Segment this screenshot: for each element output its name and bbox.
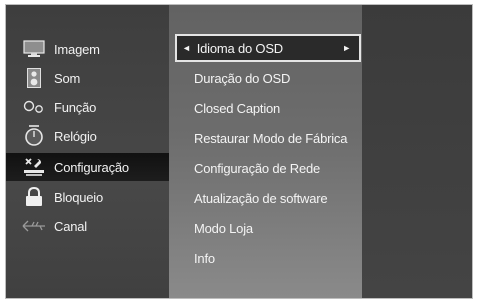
menu-item-label: Relógio [54,128,97,144]
submenu-item-configuracao-de-rede[interactable]: Configuração de Rede [169,154,362,182]
submenu-item-restaurar-modo-de-fabrica[interactable]: Restaurar Modo de Fábrica [169,124,362,152]
menu-item-funcao[interactable]: Função [6,93,169,121]
arrow-left-icon[interactable]: ◄ [182,43,191,53]
tools-icon [21,156,47,178]
submenu-item-info[interactable]: Info [169,244,362,272]
menu-item-imagem[interactable]: Imagem [6,35,169,63]
submenu-item-closed-caption[interactable]: Closed Caption [169,94,362,122]
antenna-icon [21,215,47,237]
speaker-icon [21,67,47,89]
menu-item-label: Som [54,70,81,86]
submenu-item-label: Configuração de Rede [194,160,321,176]
submenu-item-idioma-do-osd[interactable]: ◄ Idioma do OSD ► [175,34,361,62]
submenu-item-modo-loja[interactable]: Modo Loja [169,214,362,242]
menu-item-label: Imagem [54,41,100,57]
submenu-item-label: Closed Caption [194,100,281,116]
submenu-item-label: Idioma do OSD [196,40,283,56]
menu-item-label: Bloqueio [54,189,103,205]
submenu-item-atualizacao-de-software[interactable]: Atualização de software [169,184,362,212]
submenu-item-label: Atualização de software [194,190,328,206]
submenu-panel: ◄ Idioma do OSD ► Duração do OSD Closed … [169,5,362,298]
submenu-item-duracao-do-osd[interactable]: Duração do OSD [169,64,362,92]
info-panel [362,5,472,298]
clock-icon [21,125,47,147]
submenu-item-label: Restaurar Modo de Fábrica [194,130,348,146]
menu-item-bloqueio[interactable]: Bloqueio [6,183,169,211]
menu-item-label: Função [54,99,97,115]
monitor-icon [21,38,47,60]
submenu-item-label: Modo Loja [194,220,253,236]
arrow-right-icon[interactable]: ► [342,43,351,53]
menu-item-relogio[interactable]: Relógio [6,122,169,150]
menu-item-som[interactable]: Som [6,64,169,92]
lock-icon [21,186,47,208]
main-menu: Imagem Som Função Relógio Configuração B… [6,5,169,298]
tv-osd-screen: Imagem Som Função Relógio Configuração B… [6,5,472,298]
submenu-item-label: Info [194,250,215,266]
menu-item-canal[interactable]: Canal [6,212,169,240]
submenu-item-label: Duração do OSD [194,70,291,86]
menu-item-label: Canal [54,218,87,234]
menu-item-label: Configuração [54,159,129,175]
function-icon [21,96,47,118]
menu-item-configuracao[interactable]: Configuração [6,153,169,181]
